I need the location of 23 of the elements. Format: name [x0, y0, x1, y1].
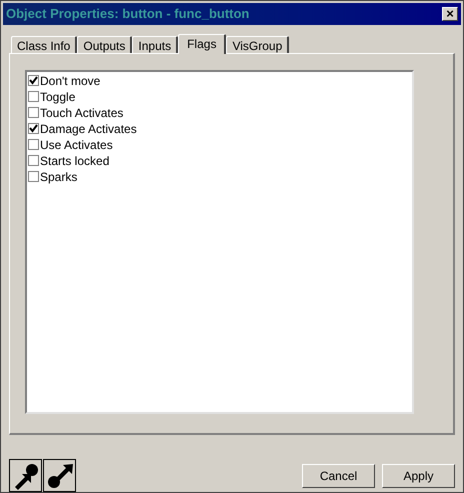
- checkbox[interactable]: [28, 155, 39, 166]
- apply-button[interactable]: Apply: [382, 464, 455, 488]
- checkbox[interactable]: [28, 123, 39, 134]
- checkbox[interactable]: [28, 171, 39, 182]
- tab[interactable]: Class Info: [11, 36, 78, 53]
- tab[interactable]: VisGroup: [226, 36, 290, 53]
- flag-label: Sparks: [40, 168, 78, 186]
- close-button[interactable]: ×: [442, 6, 458, 21]
- checkbox[interactable]: [28, 91, 39, 102]
- flag-label: Starts locked: [40, 152, 110, 170]
- checkbox[interactable]: [28, 139, 39, 150]
- checkbox[interactable]: [28, 75, 39, 86]
- flag-label: Touch Activates: [40, 104, 124, 122]
- flag-label: Damage Activates: [40, 120, 137, 138]
- tab[interactable]: Inputs: [132, 36, 178, 53]
- window-title: Object Properties: button - func_button: [6, 5, 250, 24]
- tab[interactable]: Outputs: [77, 36, 132, 53]
- tab[interactable]: Flags: [178, 34, 226, 54]
- flag-label: Don't move: [40, 72, 100, 90]
- checkbox[interactable]: [28, 107, 39, 118]
- cancel-button[interactable]: Cancel: [302, 464, 375, 488]
- flag-label: Use Activates: [40, 136, 113, 154]
- flag-label: Toggle: [40, 88, 76, 106]
